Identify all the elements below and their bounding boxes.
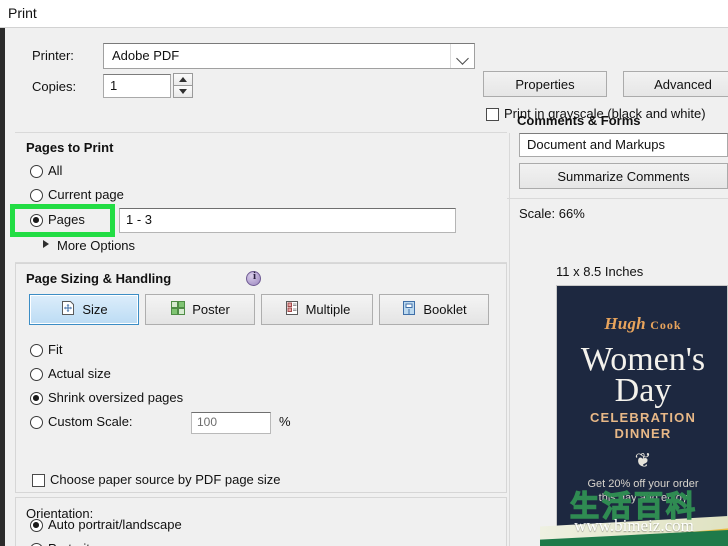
document-preview[interactable]: Hugh Cook Women's Day CELEBRATION DINNER…	[556, 285, 728, 546]
grayscale-checkbox[interactable]	[486, 108, 499, 121]
radio-current-page[interactable]	[30, 189, 43, 202]
title-bar: Print	[0, 0, 728, 28]
page-range-input[interactable]: 1 - 3	[119, 208, 456, 233]
custom-scale-value: 100	[197, 415, 218, 429]
print-dialog: Print Printer: Adobe PDF Properties Adva…	[0, 0, 728, 546]
booklet-icon	[401, 300, 417, 319]
preview-subtitle-line1: CELEBRATION	[589, 410, 697, 425]
chevron-down-icon[interactable]	[450, 44, 474, 68]
copies-stepper[interactable]	[173, 73, 193, 99]
preview-subtitle-line2: DINNER	[614, 426, 672, 441]
size-mode-button[interactable]: Size	[29, 294, 139, 325]
more-options-link[interactable]: More Options	[57, 238, 135, 253]
printer-dropdown[interactable]: Adobe PDF	[103, 43, 475, 69]
radio-shrink-oversized[interactable]	[30, 392, 43, 405]
dimensions-text: 11 x 8.5 Inches	[556, 264, 644, 279]
multiple-icon	[284, 300, 300, 319]
radio-all-label[interactable]: All	[48, 163, 62, 178]
paper-source-checkbox[interactable]	[32, 474, 45, 487]
radio-custom-scale-label[interactable]: Custom Scale:	[48, 414, 133, 429]
percent-symbol: %	[279, 414, 291, 429]
radio-current-page-label[interactable]: Current page	[48, 187, 124, 202]
scale-text: Scale: 66%	[519, 206, 585, 221]
comments-forms-heading: Comments & Forms	[517, 113, 641, 128]
preview-logo: Hugh Cook	[557, 314, 727, 334]
preview-title-line2: Day	[614, 372, 672, 409]
poster-mode-label: Poster	[192, 302, 230, 317]
summarize-comments-button[interactable]: Summarize Comments	[519, 163, 728, 189]
booklet-mode-label: Booklet	[423, 302, 467, 317]
right-column-divider	[507, 198, 728, 199]
paper-source-label[interactable]: Choose paper source by PDF page size	[50, 472, 281, 487]
properties-button[interactable]: Properties	[483, 71, 607, 97]
pages-highlight-annotation	[10, 204, 115, 237]
comments-forms-dropdown[interactable]: Document and Markups	[519, 133, 728, 157]
copies-label: Copies:	[32, 79, 77, 94]
window-title: Print	[8, 5, 37, 21]
copies-input-value: 1	[110, 78, 118, 93]
preview-footer-line2: this day and enjoy	[598, 492, 688, 504]
advanced-button[interactable]: Advanced	[623, 71, 728, 97]
preview-title-line1: Women's Day	[557, 343, 727, 409]
spinner-down-icon[interactable]	[173, 85, 193, 98]
poster-mode-button[interactable]: Poster	[145, 294, 255, 325]
radio-portrait-label[interactable]: Portrait	[48, 541, 90, 546]
printer-dropdown-value: Adobe PDF	[112, 48, 180, 63]
radio-actual-size[interactable]	[30, 368, 43, 381]
radio-auto-orientation[interactable]	[30, 519, 43, 532]
poster-icon	[170, 300, 186, 319]
preview-ornament-icon: ❦	[634, 450, 652, 472]
custom-scale-input[interactable]: 100	[191, 412, 271, 434]
preview-logo-small: Cook	[650, 318, 682, 332]
triangle-right-icon[interactable]	[43, 240, 49, 248]
radio-fit-label[interactable]: Fit	[48, 342, 62, 357]
preview-logo-script: Hugh	[604, 314, 646, 333]
column-divider	[509, 133, 510, 546]
booklet-mode-button[interactable]: Booklet	[379, 294, 489, 325]
radio-custom-scale[interactable]	[30, 416, 43, 429]
info-icon[interactable]	[246, 270, 262, 286]
copies-input[interactable]: 1	[103, 74, 171, 98]
page-sizing-heading: Page Sizing & Handling	[26, 271, 172, 286]
printer-label: Printer:	[32, 48, 74, 63]
radio-all[interactable]	[30, 165, 43, 178]
pages-to-print-heading: Pages to Print	[26, 140, 114, 155]
radio-shrink-oversized-label[interactable]: Shrink oversized pages	[48, 390, 183, 405]
multiple-mode-button[interactable]: Multiple	[261, 294, 373, 325]
size-icon	[60, 300, 76, 319]
comments-forms-value: Document and Markups	[527, 137, 666, 152]
section-divider-top	[15, 132, 507, 133]
page-range-value: 1 - 3	[126, 212, 153, 227]
radio-fit[interactable]	[30, 344, 43, 357]
size-mode-label: Size	[82, 302, 108, 317]
preview-footer-line1: Get 20% off your order	[587, 478, 699, 490]
radio-auto-orientation-label[interactable]: Auto portrait/landscape	[48, 517, 182, 532]
multiple-mode-label: Multiple	[305, 302, 351, 317]
radio-actual-size-label[interactable]: Actual size	[48, 366, 111, 381]
